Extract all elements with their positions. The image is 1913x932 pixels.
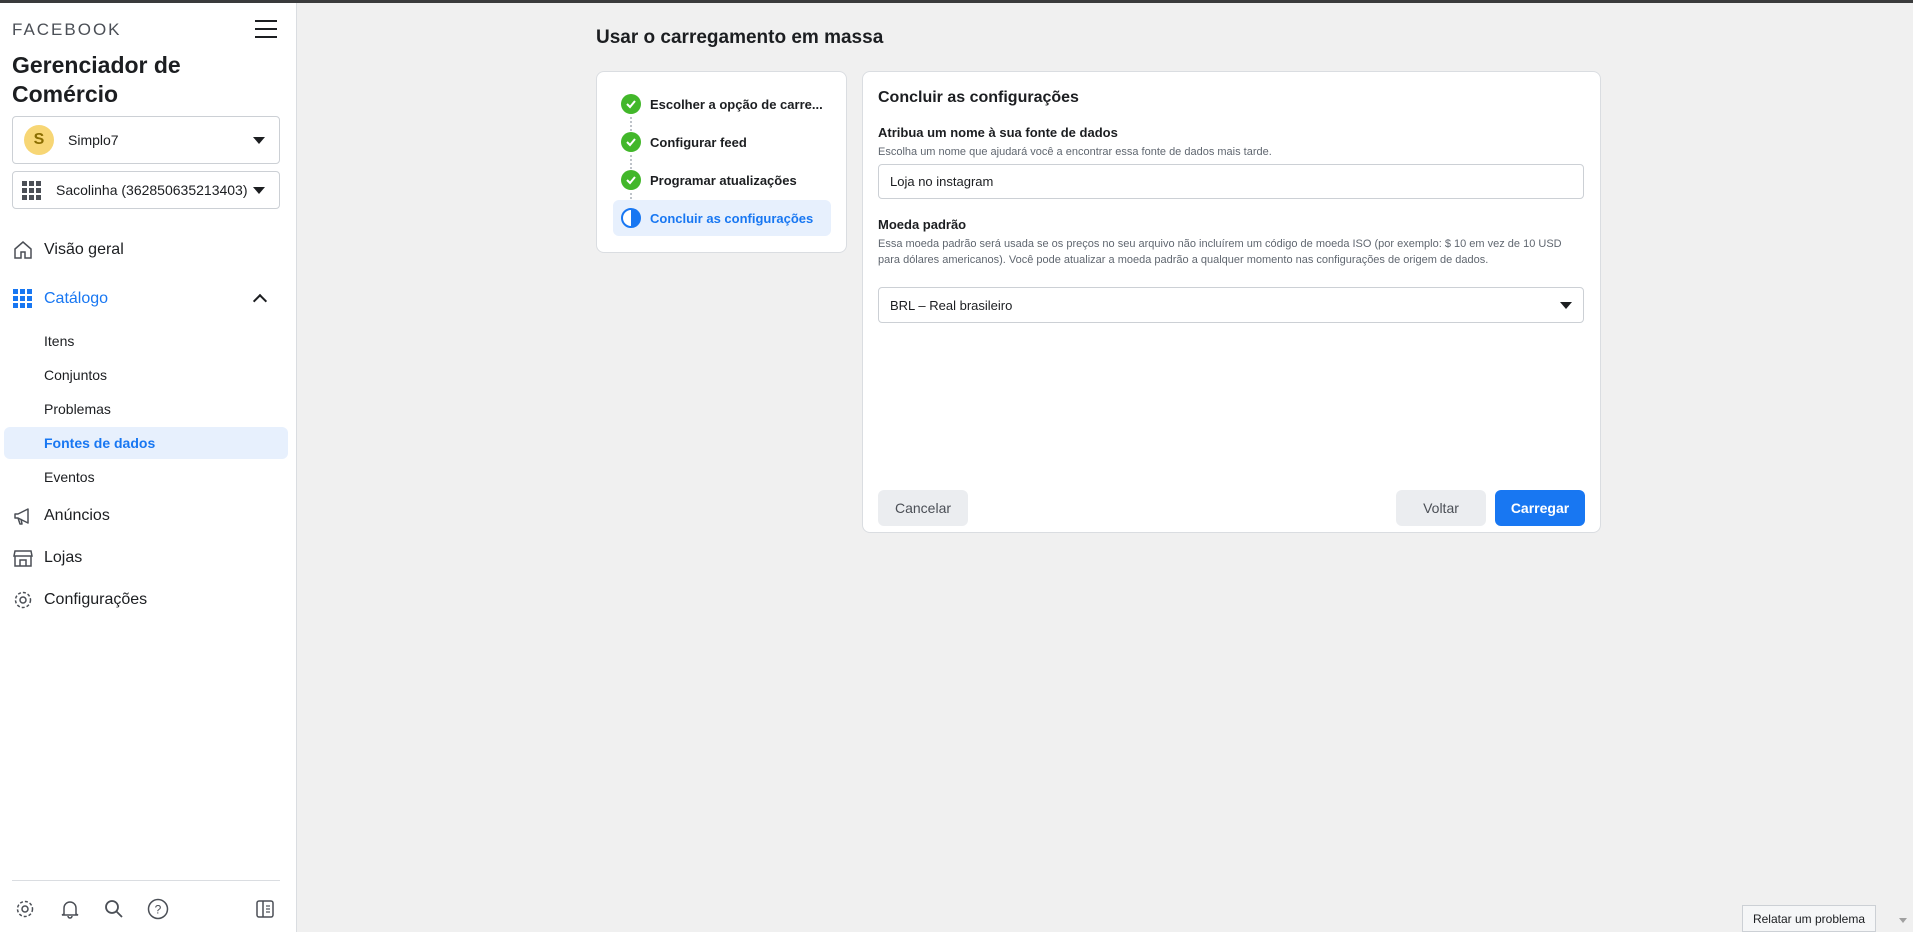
step-choose-upload-option[interactable]: Escolher a opção de carre... [613,86,831,122]
settings-form-card: Concluir as configurações Atribua um nom… [862,71,1601,533]
step-schedule-updates[interactable]: Programar atualizações [613,162,831,198]
currency-field-label: Moeda padrão [878,217,967,232]
catalog-grid-icon [12,288,34,310]
sidebar-item-eventos[interactable]: Eventos [4,461,288,493]
caret-down-icon [253,136,265,144]
cancel-button[interactable]: Cancelar [878,490,968,526]
caret-down-icon [253,186,265,194]
sidebar-item-fontes-de-dados[interactable]: Fontes de dados [4,427,288,459]
check-circle-icon [621,132,641,152]
currency-field-help: Essa moeda padrão será usada se os preço… [878,238,1562,266]
search-icon[interactable] [102,897,126,921]
catalog-name: Sacolinha (362850635213403) [56,182,248,198]
upload-button[interactable]: Carregar [1495,490,1585,526]
back-button[interactable]: Voltar [1396,490,1486,526]
app-title: Gerenciador de Comércio [12,52,181,107]
check-circle-icon [621,94,641,114]
grid-icon [22,180,41,200]
account-selector[interactable]: S Simplo7 [12,116,280,164]
sidebar-item-itens[interactable]: Itens [4,325,288,357]
help-icon[interactable]: ? [146,897,170,921]
steps-card: Escolher a opção de carre... Configurar … [596,71,847,253]
account-name: Simplo7 [68,132,119,148]
currency-select[interactable]: BRL – Real brasileiro [878,287,1584,323]
avatar: S [24,125,54,155]
megaphone-icon [12,505,34,527]
hamburger-menu-icon[interactable] [255,20,277,40]
caret-down-icon [1560,301,1572,309]
half-circle-progress-icon [621,208,641,228]
report-problem-button[interactable]: Relatar um problema [1742,905,1876,932]
nav-catalog[interactable]: Catálogo [12,288,108,310]
chevron-up-icon[interactable] [252,293,268,309]
sidebar-divider [12,880,280,881]
sidebar: FACEBOOK Gerenciador de Comércio S Simpl… [0,3,297,932]
step-configure-feed[interactable]: Configurar feed [613,124,831,160]
panel-toggle-icon[interactable] [253,897,277,921]
bell-icon[interactable] [58,897,82,921]
store-icon [12,547,34,569]
nav-stores[interactable]: Lojas [12,547,82,569]
nav-settings[interactable]: Configurações [12,589,147,611]
gear-icon[interactable] [13,897,37,921]
svg-text:?: ? [155,903,162,917]
gear-icon [12,589,34,611]
sidebar-item-conjuntos[interactable]: Conjuntos [4,359,288,391]
brand-logo: FACEBOOK [12,20,122,39]
name-field-label: Atribua um nome à sua fonte de dados [878,125,1118,140]
scroll-down-arrow-icon[interactable] [1899,918,1907,923]
check-circle-icon [621,170,641,190]
home-icon [12,239,34,261]
form-title: Concluir as configurações [878,89,1079,106]
catalog-selector[interactable]: Sacolinha (362850635213403) [12,171,280,209]
sidebar-item-problemas[interactable]: Problemas [4,393,288,425]
step-finish-settings[interactable]: Concluir as configurações [613,200,831,236]
page-title: Usar o carregamento em massa [596,27,884,48]
data-source-name-input[interactable] [878,164,1584,199]
name-field-help: Escolha um nome que ajudará você a encon… [878,146,1272,158]
nav-ads[interactable]: Anúncios [12,505,110,527]
nav-overview[interactable]: Visão geral [12,239,124,261]
